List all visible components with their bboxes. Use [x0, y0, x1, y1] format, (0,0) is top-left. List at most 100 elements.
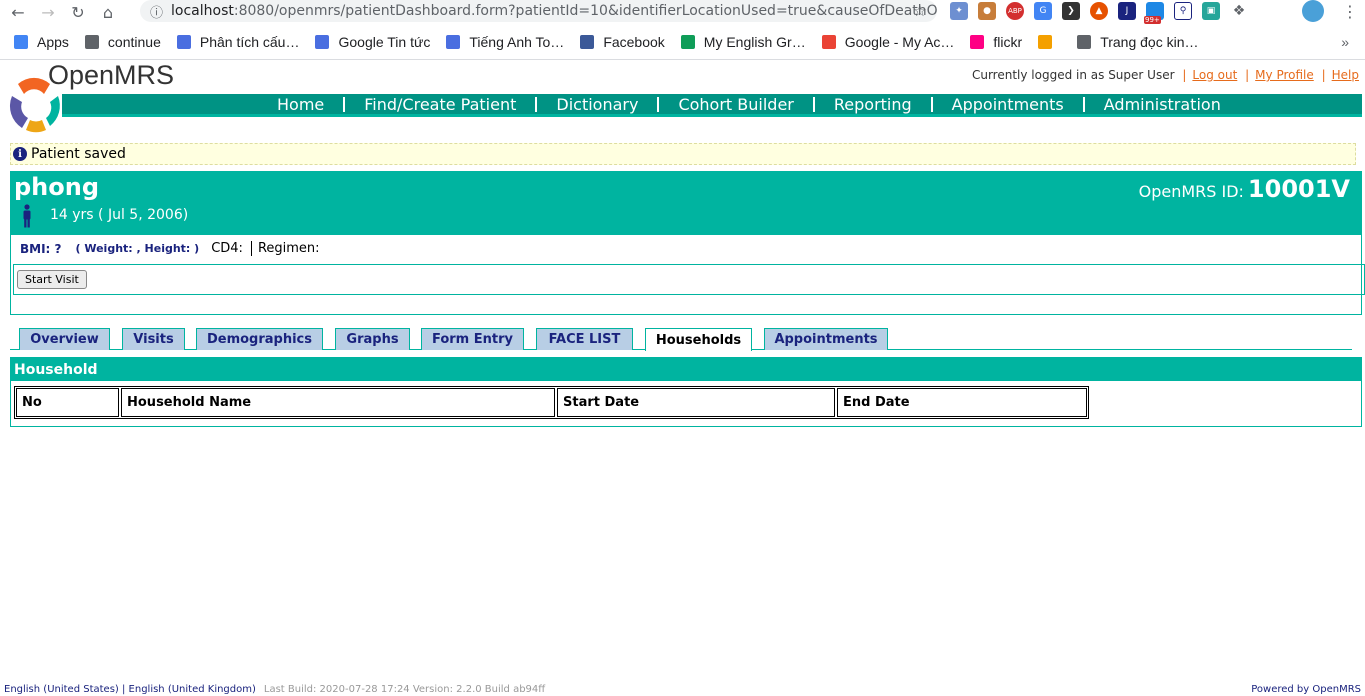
- reload-icon[interactable]: ↻: [66, 1, 90, 23]
- nav-dictionary[interactable]: Dictionary: [535, 96, 657, 112]
- browser-menu-icon[interactable]: ⋮: [1342, 2, 1358, 21]
- column-header-household-name: Household Name: [121, 388, 555, 417]
- fire-extension-icon[interactable]: ▲: [1090, 2, 1108, 20]
- bookmark-label: Apps: [37, 33, 69, 50]
- bookmark-item[interactable]: Trang đọc kin…: [1077, 33, 1199, 50]
- tab-overview[interactable]: Overview: [19, 328, 110, 350]
- logo-text[interactable]: OpenMRS: [48, 60, 174, 91]
- teal-extension-icon[interactable]: ▣: [1202, 2, 1220, 20]
- tab-face-list[interactable]: FACE LIST: [536, 328, 633, 350]
- logged-in-text: Currently logged in as Super User: [971, 68, 1175, 82]
- search-extension-icon[interactable]: ⚲: [1174, 2, 1192, 20]
- info-icon: i: [13, 147, 27, 161]
- app-header: OpenMRS Currently logged in as Super Use…: [0, 60, 1365, 138]
- bookmark-label: Google Tin tức: [338, 33, 431, 50]
- patient-age: 14 yrs ( Jul 5, 2006): [50, 207, 189, 223]
- back-icon[interactable]: ←: [6, 1, 30, 23]
- bookmark-item[interactable]: Facebook: [580, 33, 665, 50]
- google-news-icon: [315, 34, 330, 49]
- male-person-icon: [23, 204, 31, 228]
- page-footer: English (United States) | English (Unite…: [0, 684, 1365, 696]
- adblock-extension-icon[interactable]: ABP: [1006, 2, 1024, 20]
- bookmark-item[interactable]: continue: [84, 34, 161, 50]
- forward-icon[interactable]: →: [36, 1, 60, 23]
- tab-graphs[interactable]: Graphs: [335, 328, 410, 350]
- bookmark-item[interactable]: flickr: [970, 34, 1022, 50]
- tools-extension-icon[interactable]: ✦: [950, 2, 968, 20]
- regimen-value: Regimen:: [250, 241, 320, 256]
- tab-demographics[interactable]: Demographics: [196, 328, 323, 350]
- bookmark-item[interactable]: My English Gr…: [680, 33, 806, 50]
- badge-extension-icon[interactable]: 99+: [1144, 2, 1164, 24]
- nav-reporting[interactable]: Reporting: [812, 96, 931, 112]
- tab-visits[interactable]: Visits: [122, 328, 185, 350]
- url-host: localhost: [171, 3, 234, 19]
- more-bookmarks-icon[interactable]: »: [1341, 34, 1349, 50]
- bookmark-label: Phân tích cấu…: [199, 33, 300, 50]
- powered-by[interactable]: Powered by OpenMRS: [1251, 684, 1361, 695]
- bookmark-star-icon[interactable]: ☆: [913, 1, 927, 20]
- identifier-label: OpenMRS ID:: [1138, 182, 1244, 201]
- patient-identifier: OpenMRS ID: 10001V: [1139, 175, 1350, 203]
- bookmark-label: flickr: [993, 33, 1023, 50]
- bookmark-item[interactable]: Tiếng Anh To…: [446, 34, 564, 50]
- weight-height: ( Weight: , Height: ): [75, 242, 200, 255]
- tab-appointments[interactable]: Appointments: [764, 328, 888, 350]
- household-title: Household: [11, 358, 1361, 381]
- build-info: Last Build: 2020-07-28 17:24 Version: 2.…: [263, 684, 546, 695]
- extensions-area: ✦ ● ABP G ❯ ▲ J 99+ ⚲ ▣ ❖: [950, 0, 1248, 24]
- tab-households[interactable]: Households: [645, 328, 752, 351]
- puzzle-extensions-icon[interactable]: ❖: [1230, 2, 1248, 20]
- bookmarks-bar: Apps continue Phân tích cấu… Google Tin tức…: [0, 24, 1365, 60]
- bookmark-item[interactable]: Google Tin tức: [315, 34, 430, 50]
- cookie-extension-icon[interactable]: ●: [978, 2, 996, 20]
- column-header-end-date: End Date: [837, 388, 1087, 417]
- bookmark-item[interactable]: Google - My Ac…: [821, 33, 955, 50]
- bookmark-label: Google - My Ac…: [844, 33, 955, 50]
- nav-home[interactable]: Home: [258, 96, 343, 112]
- patient-summary: BMI: ? ( Weight: , Height: ) CD4: Regime…: [10, 235, 1365, 315]
- home-icon[interactable]: ⌂: [96, 1, 120, 23]
- bookmark-item[interactable]: [1038, 34, 1061, 49]
- google-icon: [821, 34, 836, 49]
- extension-badge: 99+: [1144, 16, 1161, 24]
- logout-link[interactable]: Log out: [1192, 68, 1237, 82]
- info-icon[interactable]: ⓘ: [150, 2, 163, 21]
- dashboard-tabs: Overview Visits Demographics Graphs Form…: [10, 327, 1352, 351]
- tab-form-entry[interactable]: Form Entry: [421, 328, 524, 350]
- bookmark-label: My English Gr…: [703, 33, 806, 50]
- patient-stats: BMI: ? ( Weight: , Height: ) CD4: Regime…: [20, 241, 320, 256]
- bookmark-item[interactable]: Apps: [14, 34, 69, 50]
- url-path: :8080/openmrs/patientDashboard.form?pati…: [233, 3, 937, 19]
- patient-header: phong 14 yrs ( Jul 5, 2006) OpenMRS ID: 1…: [10, 171, 1362, 235]
- translate-extension-icon[interactable]: G: [1034, 2, 1052, 20]
- nav-find-create-patient[interactable]: Find/Create Patient: [343, 96, 535, 112]
- bookmark-label: Facebook: [603, 33, 665, 50]
- browser-toolbar: ← → ↻ ⌂ ⓘ localhost:8080/openmrs/patient…: [0, 0, 1365, 24]
- nav-appointments[interactable]: Appointments: [930, 96, 1083, 112]
- locale-links[interactable]: English (United States) | English (Unite…: [4, 684, 256, 695]
- bmi-value: BMI: ?: [20, 241, 62, 256]
- address-bar[interactable]: ⓘ localhost:8080/openmrs/patientDashboar…: [140, 0, 937, 22]
- footer-left: English (United States) | English (Unite…: [4, 684, 545, 695]
- circle-logo-icon: [1038, 34, 1053, 49]
- start-visit-button[interactable]: Start Visit: [17, 270, 87, 289]
- column-header-start-date: Start Date: [557, 388, 835, 417]
- household-panel: Household No Household Name Start Date E…: [10, 357, 1362, 427]
- nav-cohort-builder[interactable]: Cohort Builder: [657, 96, 812, 112]
- bookmark-label: Tiếng Anh To…: [469, 33, 565, 50]
- column-header-no: No: [16, 388, 119, 417]
- flickr-icon: [970, 34, 985, 49]
- folder-icon: [1077, 34, 1092, 49]
- doc-icon: [176, 34, 191, 49]
- my-profile-link[interactable]: My Profile: [1255, 68, 1314, 82]
- user-bar: Currently logged in as Super User | Log o…: [971, 68, 1359, 82]
- j-extension-icon[interactable]: J: [1118, 2, 1136, 20]
- arrow-extension-icon[interactable]: ❯: [1062, 2, 1080, 20]
- bookmark-item[interactable]: Phân tích cấu…: [176, 33, 300, 50]
- bookmark-label: Trang đọc kin…: [1100, 33, 1199, 50]
- visit-box: Start Visit: [13, 264, 1365, 295]
- nav-administration[interactable]: Administration: [1082, 96, 1240, 112]
- profile-avatar[interactable]: [1302, 0, 1324, 22]
- help-link[interactable]: Help: [1332, 68, 1359, 82]
